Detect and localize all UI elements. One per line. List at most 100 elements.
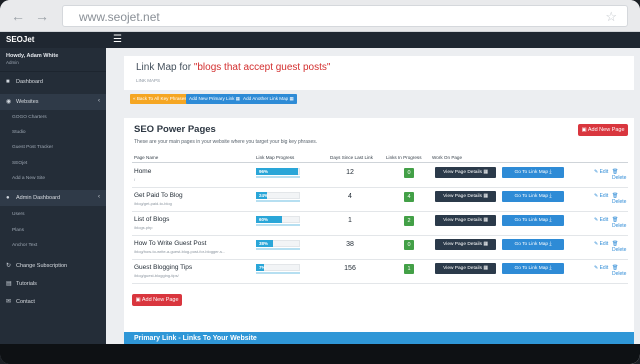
go-to-link-map-button[interactable]: Go To Link Map ⤓ <box>502 239 564 250</box>
sidebar-subitem[interactable]: Plans <box>12 228 24 233</box>
sidebar-item-change-subscription[interactable]: ↻ Change Subscription <box>0 258 106 274</box>
edit-label: Edit <box>599 193 609 199</box>
go-to-link-map-button[interactable]: Go To Link Map ⤓ <box>502 191 564 202</box>
row-divider <box>132 211 628 212</box>
refresh-icon: ↻ <box>6 263 12 269</box>
app-logo[interactable]: SEOJet <box>6 35 34 44</box>
chat-icon: ✉ <box>6 299 12 305</box>
sidebar-item-dashboard[interactable]: ■ Dashboard <box>0 74 106 90</box>
progress-underline <box>256 248 300 250</box>
go-to-link-map-button[interactable]: Go To Link Map ⤓ <box>502 167 564 178</box>
go-to-link-map-button[interactable]: Go To Link Map ⤓ <box>502 263 564 274</box>
sidebar-item-contact[interactable]: ✉ Contact <box>0 294 106 310</box>
admin-icon: ● <box>6 195 10 201</box>
book-icon: ▤ <box>6 281 12 287</box>
button-label: Go To Link Map <box>514 194 549 199</box>
forward-arrow-icon[interactable]: → <box>34 8 50 24</box>
delete-link[interactable]: 🗑 Delete <box>612 169 634 181</box>
progress-label: 7% <box>259 265 266 270</box>
progress-underline <box>256 272 300 274</box>
edit-link[interactable]: ✎ Edit <box>594 193 608 199</box>
browser-toolbar: ← → www.seojet.net ☆ <box>0 0 640 32</box>
sidebar-subitem[interactable]: Users <box>12 212 25 217</box>
page-header: Link Map for "blogs that accept guest po… <box>124 56 634 90</box>
edit-label: Edit <box>599 241 609 247</box>
button-label: View Page Details <box>443 242 482 247</box>
button-label: View Page Details <box>443 170 482 175</box>
sidebar-item-label: Change Subscription <box>16 263 68 269</box>
button-label: View Page Details <box>443 218 482 223</box>
button-label: Add New Page <box>141 297 179 303</box>
sidebar-item-websites[interactable]: ◉ Websites ‹ <box>0 94 106 110</box>
view-page-details-button[interactable]: View Page Details ▦ <box>435 167 496 178</box>
sidebar-item-tutorials[interactable]: ▤ Tutorials <box>0 276 106 292</box>
button-label: Go To Link Map <box>514 170 549 175</box>
page-subtitle: LINK MAPS <box>136 78 161 83</box>
sidebar-item-label: Websites <box>16 99 39 105</box>
page-name[interactable]: Guest Blogging Tips <box>134 264 192 271</box>
sidebar-item-admin-dashboard[interactable]: ● Admin Dashboard ‹ <box>0 190 106 206</box>
button-label: Add New Page <box>587 127 625 133</box>
back-arrow-icon[interactable]: ← <box>10 8 26 24</box>
sidebar-item-label: Tutorials <box>16 281 37 287</box>
sidebar-subitem[interactable]: Anchor Text <box>12 243 37 248</box>
edit-link[interactable]: ✎ Edit <box>594 265 608 271</box>
button-label: Back To All Key Phrases <box>136 96 187 101</box>
button-label: Add Another Link Map <box>243 96 289 101</box>
sidebar-subitem[interactable]: Studio <box>12 130 26 135</box>
link-map-progress: 24% <box>256 192 300 202</box>
menu-toggle-icon[interactable]: ☰ <box>113 34 122 45</box>
page-name[interactable]: How To Write Guest Post <box>134 240 206 247</box>
chevron-icon: ‹ <box>98 98 100 104</box>
page-title-prefix: Link Map for <box>136 62 192 73</box>
progress-label: 24% <box>259 193 269 198</box>
edit-link[interactable]: ✎ Edit <box>594 217 608 223</box>
page-url: / <box>134 177 136 182</box>
links-in-progress-badge: 0 <box>404 168 414 178</box>
delete-link[interactable]: 🗑 Delete <box>612 217 634 229</box>
delete-link[interactable]: 🗑 Delete <box>612 193 634 205</box>
sidebar-subitem[interactable]: Add a New Site <box>12 176 45 181</box>
delete-label: Delete <box>612 175 627 181</box>
sidebar-subitem[interactable]: SEOjet <box>12 161 27 166</box>
sidebar-item-label: Admin Dashboard <box>16 195 61 201</box>
go-to-link-map-button[interactable]: Go To Link Map ⤓ <box>502 215 564 226</box>
sidebar-item-label: Dashboard <box>16 79 43 85</box>
add-link-map-button[interactable]: Add Another Link Map ▦ <box>240 94 297 104</box>
delete-link[interactable]: 🗑 Delete <box>612 241 634 253</box>
sidebar-subitem[interactable]: GOGO Charters <box>12 115 47 120</box>
back-to-key-phrases-button[interactable]: « Back To All Key Phrases <box>130 94 190 104</box>
page-name[interactable]: Home <box>134 168 151 175</box>
view-page-details-button[interactable]: View Page Details ▦ <box>435 239 496 250</box>
user-role: Admin <box>6 60 19 65</box>
edit-link[interactable]: ✎ Edit <box>594 241 608 247</box>
view-page-details-button[interactable]: View Page Details ▦ <box>435 191 496 202</box>
edit-label: Edit <box>599 169 609 175</box>
add-new-page-button[interactable]: ▣ Add New Page <box>578 124 628 136</box>
page-url: /blogs.php <box>134 225 153 230</box>
add-primary-link-button[interactable]: Add New Primary Link ▦ <box>186 94 244 104</box>
page-name[interactable]: List of Blogs <box>134 216 169 223</box>
sidebar-subitem[interactable]: Guest Post Tracker <box>12 145 53 150</box>
page-name[interactable]: Get Paid To Blog <box>134 192 183 199</box>
delete-link[interactable]: 🗑 Delete <box>612 265 634 277</box>
add-new-page-button-bottom[interactable]: ▣ Add New Page <box>132 294 182 306</box>
page-url: /blog/guest-blogging-tips/ <box>134 273 179 278</box>
chevron-icon: ‹ <box>98 194 100 200</box>
user-box: Howdy, Adam White Admin <box>0 48 106 72</box>
row-divider <box>132 235 628 236</box>
view-page-details-button[interactable]: View Page Details ▦ <box>435 263 496 274</box>
delete-label: Delete <box>612 223 627 229</box>
screen-frame: ← → www.seojet.net ☆ SEOJet ☰ Howdy, Ada… <box>0 0 640 364</box>
link-map-progress: 7% <box>256 264 300 274</box>
col-header: Work On Page <box>432 155 463 160</box>
address-bar[interactable]: www.seojet.net ☆ <box>62 5 628 27</box>
days-since-last-link: 4 <box>348 193 352 200</box>
primary-links-title: Primary Link - Links To Your Website <box>134 335 257 342</box>
bookmark-star-icon[interactable]: ☆ <box>605 9 617 25</box>
button-label: View Page Details <box>443 266 482 271</box>
edit-link[interactable]: ✎ Edit <box>594 169 608 175</box>
progress-underline <box>256 200 300 202</box>
progress-label: 96% <box>259 169 269 174</box>
view-page-details-button[interactable]: View Page Details ▦ <box>435 215 496 226</box>
